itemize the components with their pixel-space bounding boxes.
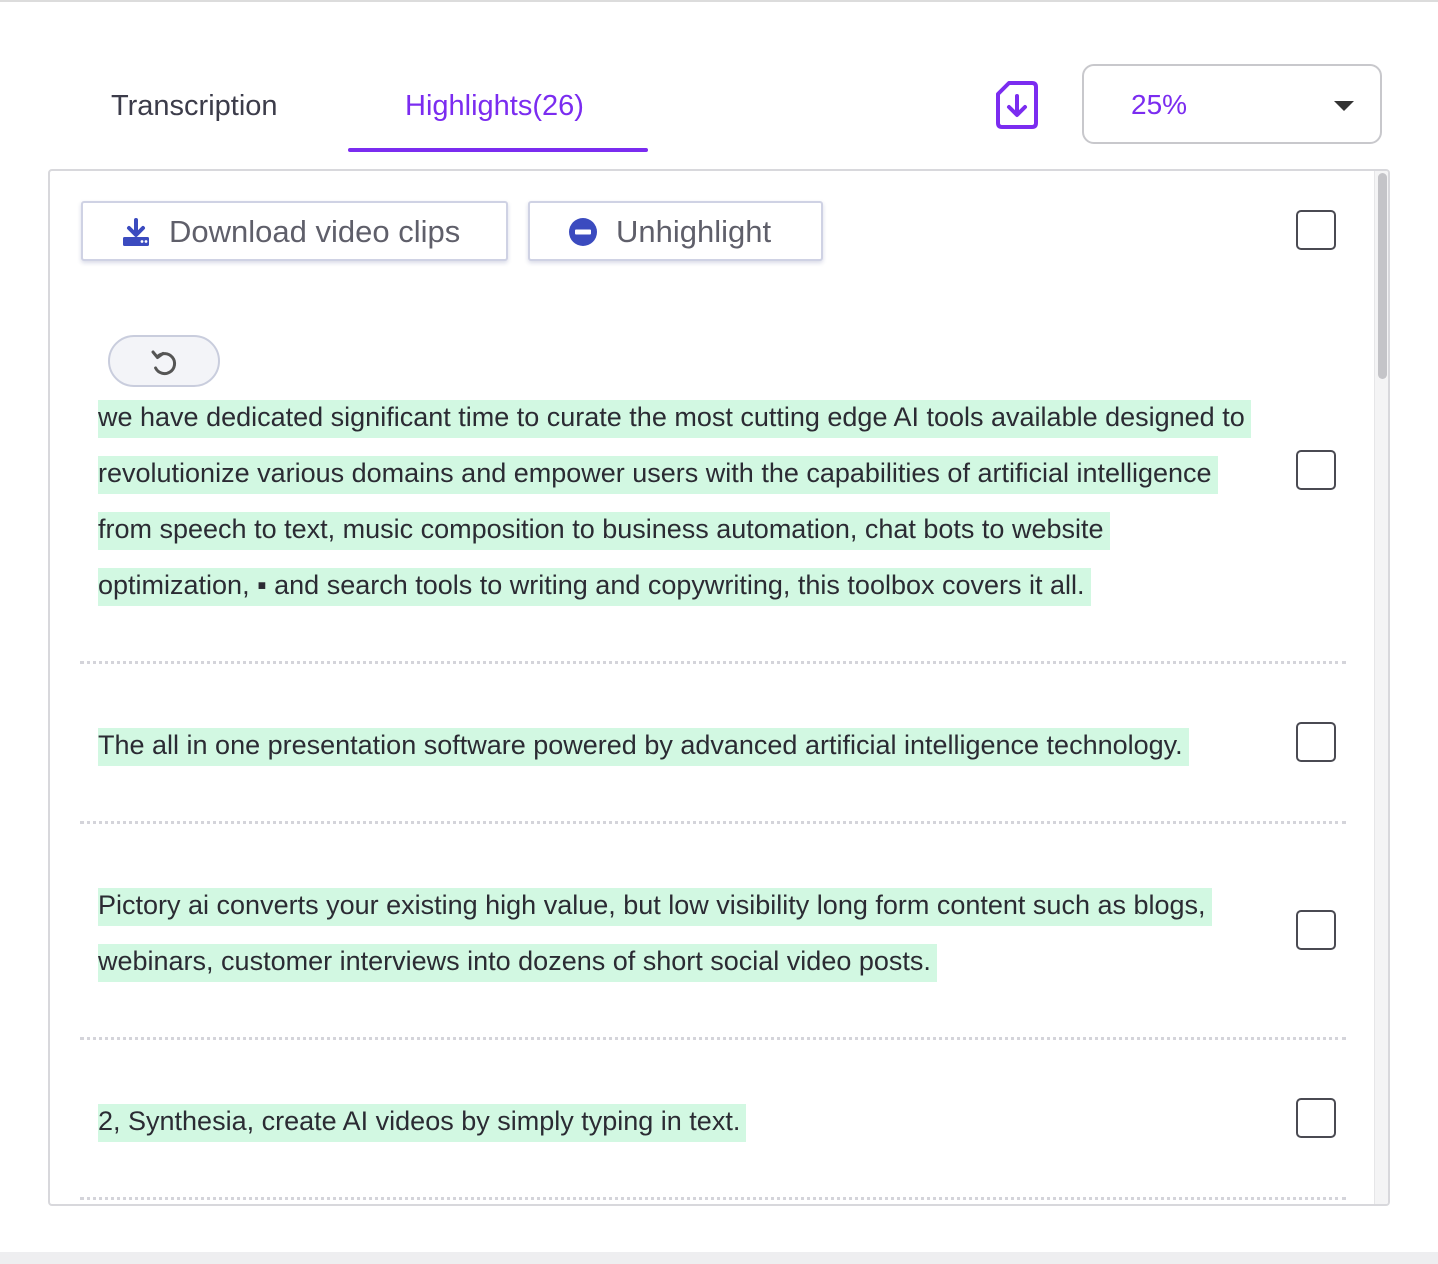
highlight-item: The all in one presentation software pow… bbox=[98, 717, 1248, 773]
tab-highlights[interactable]: Highlights(26) bbox=[405, 86, 584, 126]
highlight-text: we have dedicated significant time to cu… bbox=[98, 400, 1251, 606]
divider bbox=[80, 1037, 1346, 1040]
bottom-bar bbox=[0, 1252, 1438, 1264]
top-border bbox=[0, 0, 1438, 2]
zoom-select[interactable]: 25% bbox=[1082, 64, 1382, 144]
export-button[interactable] bbox=[995, 80, 1039, 130]
select-all-checkbox[interactable] bbox=[1296, 210, 1336, 250]
divider bbox=[80, 661, 1346, 664]
caret-down-icon bbox=[1334, 101, 1354, 111]
highlight-item: we have dedicated significant time to cu… bbox=[98, 389, 1251, 613]
divider bbox=[80, 1197, 1346, 1200]
minus-circle-icon bbox=[569, 218, 597, 246]
highlight-text: 2, Synthesia, create AI videos by simply… bbox=[98, 1104, 747, 1142]
divider bbox=[80, 821, 1346, 824]
undo-icon bbox=[151, 350, 177, 376]
download-video-clips-label: Download video clips bbox=[169, 214, 461, 249]
tab-transcription[interactable]: Transcription bbox=[111, 86, 278, 126]
scrollbar-thumb[interactable] bbox=[1378, 173, 1387, 379]
file-download-icon bbox=[996, 81, 1038, 129]
scrollbar[interactable] bbox=[1374, 171, 1388, 1204]
highlights-panel: Download video clips Unhighlight we have… bbox=[48, 169, 1390, 1206]
download-video-clips-button[interactable]: Download video clips bbox=[81, 201, 508, 261]
highlight-text: The all in one presentation software pow… bbox=[98, 728, 1189, 766]
unhighlight-label: Unhighlight bbox=[616, 214, 772, 249]
highlight-checkbox[interactable] bbox=[1296, 1098, 1336, 1138]
undo-button[interactable] bbox=[108, 335, 220, 387]
highlight-item: 2, Synthesia, create AI videos by simply… bbox=[98, 1093, 1248, 1149]
active-tab-indicator bbox=[348, 148, 648, 152]
download-icon bbox=[123, 218, 149, 246]
highlight-checkbox[interactable] bbox=[1296, 722, 1336, 762]
highlight-checkbox[interactable] bbox=[1296, 450, 1336, 490]
highlight-checkbox[interactable] bbox=[1296, 910, 1336, 950]
zoom-value: 25% bbox=[1131, 89, 1188, 120]
unhighlight-button[interactable]: Unhighlight bbox=[528, 201, 823, 261]
highlight-item: Pictory ai converts your existing high v… bbox=[98, 877, 1248, 989]
highlight-text: Pictory ai converts your existing high v… bbox=[98, 888, 1212, 982]
